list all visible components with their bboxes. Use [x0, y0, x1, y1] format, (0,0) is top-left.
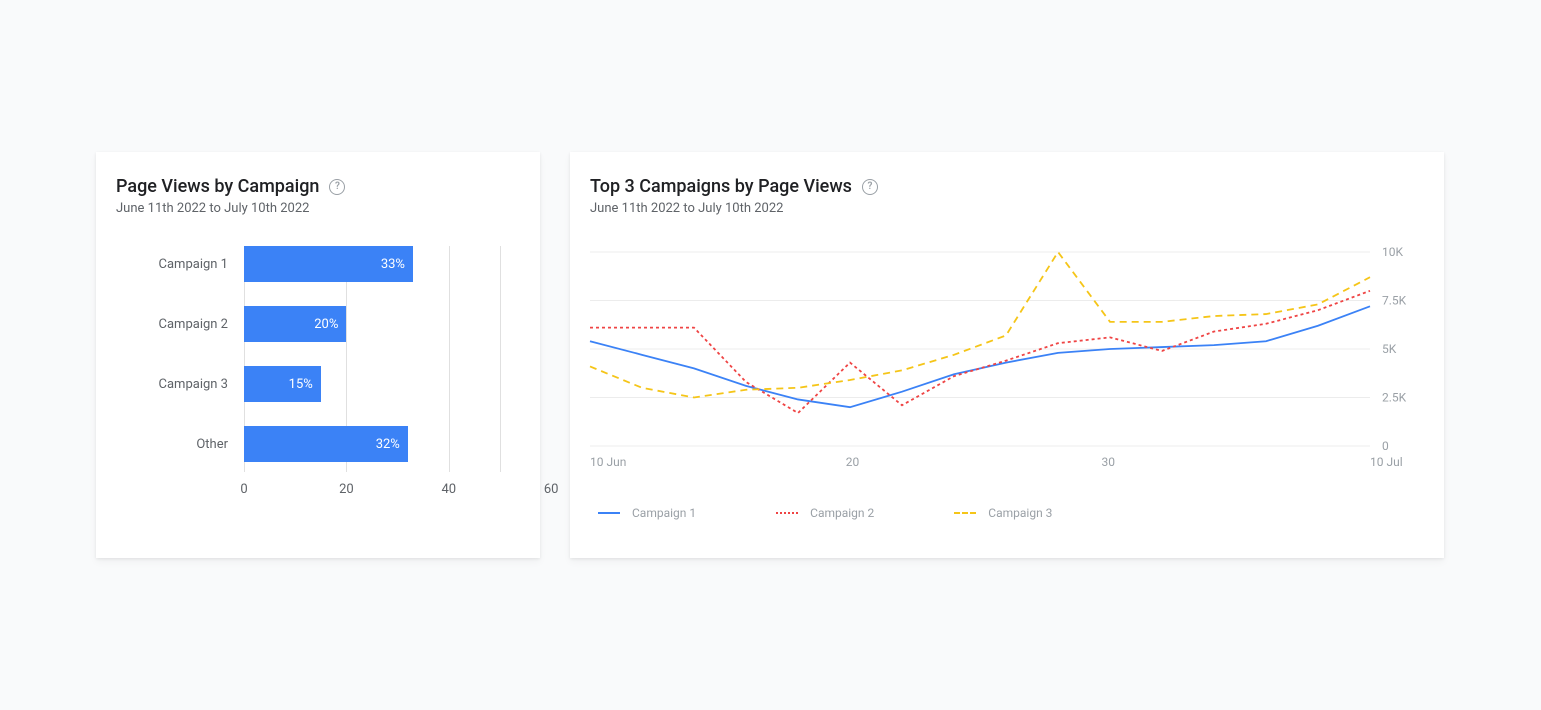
x-axis-tick: 20: [339, 482, 354, 497]
line-series-3: [590, 252, 1370, 398]
svg-text:2.5K: 2.5K: [1382, 391, 1407, 405]
card-header: Page Views by Campaign ?: [116, 176, 520, 197]
svg-text:5K: 5K: [1382, 342, 1397, 356]
bar-x-axis: 0204060: [244, 476, 500, 506]
card-subtitle: June 11th 2022 to July 10th 2022: [590, 201, 1424, 216]
help-icon[interactable]: ?: [329, 179, 345, 195]
bar-category-label: Other: [116, 437, 236, 452]
bar-track: 20%: [244, 306, 500, 342]
bar-row: Other32%: [244, 426, 500, 462]
bar-fill[interactable]: 32%: [244, 426, 408, 462]
x-axis-tick: 0: [240, 482, 247, 497]
svg-text:30: 30: [1101, 455, 1115, 469]
legend-label: Campaign 2: [810, 506, 874, 520]
legend-label: Campaign 3: [988, 506, 1052, 520]
x-axis-tick: 60: [544, 482, 559, 497]
bar-fill[interactable]: 33%: [244, 246, 413, 282]
legend-item-campaign-3: Campaign 3: [954, 506, 1052, 520]
bar-fill[interactable]: 15%: [244, 366, 321, 402]
top-campaigns-card: Top 3 Campaigns by Page Views ? June 11t…: [570, 152, 1444, 558]
legend: Campaign 1 Campaign 2 Campaign 3: [590, 506, 1424, 520]
bar-chart: Campaign 133%Campaign 220%Campaign 315%O…: [116, 246, 520, 506]
legend-swatch: [776, 512, 798, 514]
line-chart-svg: 0 2.5K 5K 7.5K 10K 10 Jun 20 30 10 Jul: [590, 246, 1424, 476]
bar-row: Campaign 315%: [244, 366, 500, 402]
svg-text:7.5K: 7.5K: [1382, 294, 1407, 308]
bar-track: 33%: [244, 246, 500, 282]
bar-fill[interactable]: 20%: [244, 306, 346, 342]
legend-swatch: [598, 512, 620, 514]
bar-track: 32%: [244, 426, 500, 462]
help-icon[interactable]: ?: [862, 179, 878, 195]
bar-plot-area: Campaign 133% Campaign 220% Campaign 315% O…: [244, 246, 500, 462]
svg-text:20: 20: [846, 455, 860, 469]
page-views-by-campaign-card: Page Views by Campaign ? June 11th 2022 …: [96, 152, 540, 558]
svg-text:10 Jul: 10 Jul: [1370, 455, 1403, 469]
legend-label: Campaign 1: [632, 506, 696, 520]
legend-swatch: [954, 512, 976, 514]
bar-row: Campaign 133%: [244, 246, 500, 282]
bar-category-label: Campaign 3: [116, 377, 236, 392]
card-header: Top 3 Campaigns by Page Views ?: [590, 176, 1424, 197]
svg-text:10 Jun: 10 Jun: [590, 455, 626, 469]
svg-text:0: 0: [1382, 439, 1389, 453]
line-chart: 0 2.5K 5K 7.5K 10K 10 Jun 20 30 10 Jul: [590, 246, 1424, 476]
line-series-1: [590, 306, 1370, 407]
x-axis-tick: 40: [441, 482, 456, 497]
bar-row: Campaign 220%: [244, 306, 500, 342]
bar-category-label: Campaign 1: [116, 257, 236, 272]
bar-track: 15%: [244, 366, 500, 402]
gridline: [500, 246, 501, 472]
card-title: Page Views by Campaign: [116, 176, 319, 197]
card-title: Top 3 Campaigns by Page Views: [590, 176, 852, 197]
svg-text:10K: 10K: [1382, 245, 1403, 259]
card-subtitle: June 11th 2022 to July 10th 2022: [116, 201, 520, 216]
bar-category-label: Campaign 2: [116, 317, 236, 332]
legend-item-campaign-2: Campaign 2: [776, 506, 874, 520]
legend-item-campaign-1: Campaign 1: [598, 506, 696, 520]
